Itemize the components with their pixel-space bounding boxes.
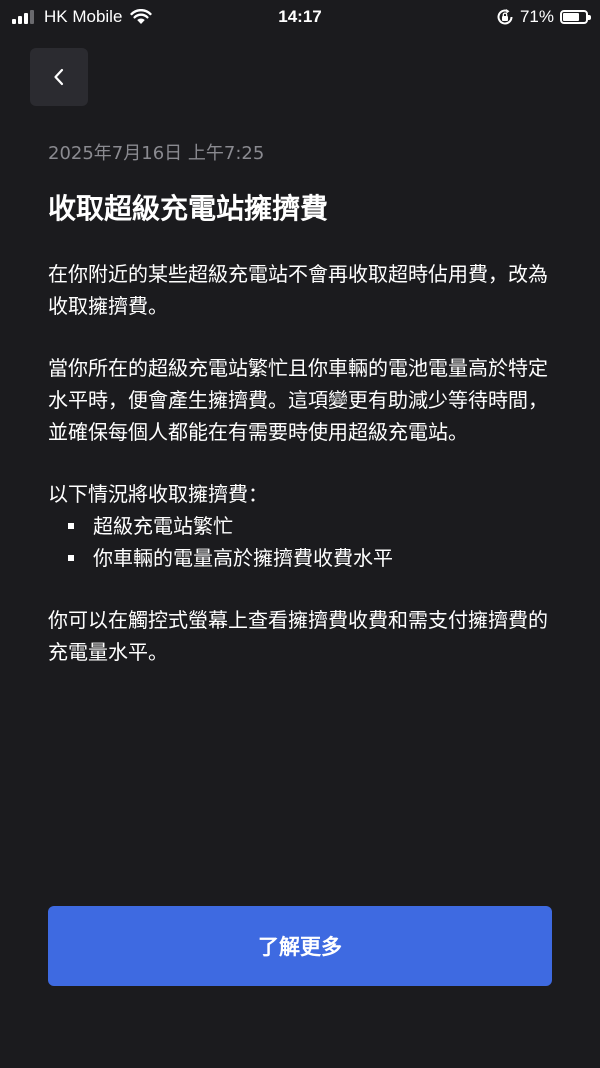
article-content: 2025年7月16日 上午7:25 收取超級充電站擁擠費 在你附近的某些超級充電… — [48, 140, 553, 668]
article-paragraph-2: 當你所在的超級充電站繁忙且你車輛的電池電量高於特定水平時，便會產生擁擠費。這項變… — [48, 356, 548, 444]
status-right: 71% — [496, 5, 591, 29]
article-date: 2025年7月16日 上午7:25 — [48, 143, 265, 164]
status-bar: HK Mobile 14:17 71% — [0, 0, 600, 36]
learn-more-button[interactable]: 了解更多 — [48, 906, 552, 986]
article-paragraph-1: 在你附近的某些超級充電站不會再收取超時佔用費，改為收取擁擠費。 — [48, 262, 548, 318]
conditions-intro: 以下情況將收取擁擠費： — [48, 482, 268, 506]
chevron-left-icon — [54, 68, 64, 86]
conditions-list: 超級充電站繁忙 你車輛的電量高於擁擠費收費水平 — [48, 510, 553, 574]
list-item: 你車輛的電量高於擁擠費收費水平 — [68, 542, 553, 574]
list-item: 超級充電站繁忙 — [68, 510, 553, 542]
battery-level — [563, 13, 579, 21]
article-title: 收取超級充電站擁擠費 — [48, 192, 329, 225]
battery-percent: 71% — [519, 7, 554, 26]
rotation-lock-icon — [497, 9, 513, 25]
back-button[interactable] — [30, 48, 88, 106]
article-paragraph-4: 你可以在觸控式螢幕上查看擁擠費收費和需支付擁擠費的充電量水平。 — [48, 608, 548, 664]
battery-icon — [560, 10, 591, 24]
